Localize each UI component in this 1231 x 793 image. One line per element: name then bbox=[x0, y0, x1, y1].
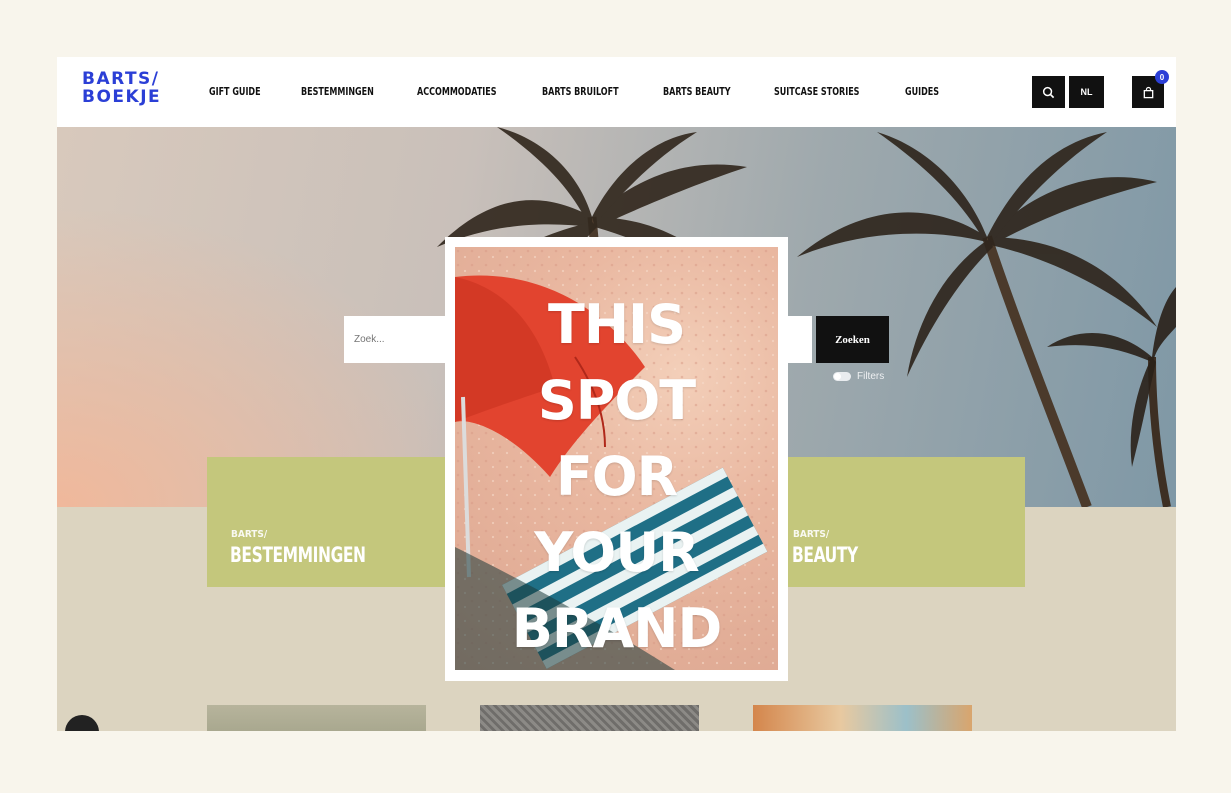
card-beauty[interactable]: BARTS/ BEAUTY bbox=[769, 457, 1025, 587]
card-title: BESTEMMINGEN bbox=[230, 543, 366, 567]
card-bestemmingen[interactable]: BARTS/ BESTEMMINGEN bbox=[207, 457, 482, 587]
beach-umbrella-image: THIS SPOT FOR YOUR BRAND bbox=[455, 247, 778, 670]
toggle-switch-icon bbox=[833, 372, 851, 381]
chat-widget-button[interactable] bbox=[65, 715, 99, 731]
ad-headline: THIS SPOT FOR YOUR BRAND bbox=[455, 287, 778, 667]
language-button[interactable]: NL bbox=[1069, 76, 1104, 108]
logo-line-1: BARTS/ bbox=[82, 69, 160, 89]
ad-line: FOR bbox=[555, 445, 678, 508]
nav-gift-guide[interactable]: GIFT GUIDE bbox=[209, 86, 261, 98]
nav-suitcase-stories[interactable]: SUITCASE STORIES bbox=[774, 86, 859, 98]
article-thumbnail[interactable] bbox=[753, 705, 972, 731]
main-nav: GIFT GUIDE BESTEMMINGEN ACCOMMODATIES BA… bbox=[209, 57, 976, 127]
filters-label: Filters bbox=[857, 371, 885, 382]
ad-line: BRAND bbox=[511, 597, 723, 660]
shopping-bag-icon bbox=[1143, 86, 1153, 98]
nav-accommodaties[interactable]: ACCOMMODATIES bbox=[417, 86, 497, 98]
card-kicker: BARTS/ bbox=[793, 529, 830, 540]
nav-bestemmingen[interactable]: BESTEMMINGEN bbox=[301, 86, 374, 98]
cart-count-badge: 0 bbox=[1155, 70, 1169, 84]
search-icon bbox=[1042, 86, 1055, 98]
search-button[interactable] bbox=[1032, 76, 1065, 108]
ad-line: SPOT bbox=[537, 369, 696, 432]
cart-button[interactable]: 0 bbox=[1132, 70, 1169, 108]
advertisement-overlay[interactable]: THIS SPOT FOR YOUR BRAND bbox=[445, 237, 788, 681]
search-submit-button[interactable]: Zoeken bbox=[816, 316, 889, 363]
site-logo[interactable]: BARTS/ BOEKJE bbox=[82, 70, 161, 106]
language-label: NL bbox=[1080, 87, 1093, 97]
ad-line: YOUR bbox=[534, 521, 700, 584]
logo-line-2: BOEKJE bbox=[82, 87, 162, 107]
article-thumbnail[interactable] bbox=[480, 705, 699, 731]
card-title: BEAUTY bbox=[792, 543, 858, 567]
ad-line: THIS bbox=[547, 293, 686, 356]
site-header: BARTS/ BOEKJE GIFT GUIDE BESTEMMINGEN AC… bbox=[57, 57, 1176, 127]
nav-barts-bruiloft[interactable]: BARTS BRUILOFT bbox=[542, 86, 619, 98]
article-thumbnail[interactable] bbox=[207, 705, 426, 731]
filters-toggle[interactable]: Filters bbox=[833, 371, 884, 382]
nav-guides[interactable]: GUIDES bbox=[905, 86, 939, 98]
card-kicker: BARTS/ bbox=[231, 529, 268, 540]
nav-barts-beauty[interactable]: BARTS BEAUTY bbox=[663, 86, 731, 98]
